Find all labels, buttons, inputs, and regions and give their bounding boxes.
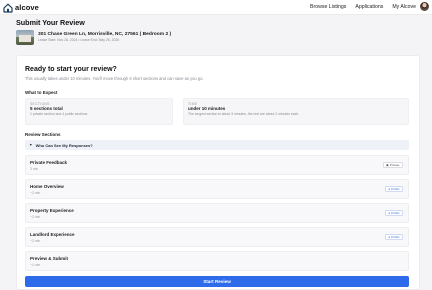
logo[interactable]: alcove (3, 2, 39, 13)
chevron-down-icon: ▼ (29, 143, 33, 147)
section-time: ~1 min (30, 263, 41, 267)
review-card: Ready to start your review? This usually… (16, 55, 420, 290)
public-badge: ● Public (384, 186, 403, 192)
lock-icon: ▣ (386, 162, 389, 167)
who-can-see-toggle[interactable]: ▼ Who Can See My Responses? (25, 140, 409, 150)
public-badge: ● Public (384, 234, 403, 240)
section-row-preview-submit: Preview & Submit ~1 min (25, 251, 409, 271)
section-row-private-feedback: Private Feedback 3 min ▣ Private (25, 155, 409, 175)
card-title: Ready to start your review? (25, 66, 117, 73)
review-sections-label: Review Sections (25, 132, 61, 137)
badge-label: Public (391, 210, 400, 215)
page-title: Submit Your Review (16, 18, 85, 27)
section-time: ~2 min (30, 191, 41, 195)
who-can-see-label: Who Can See My Responses? (35, 142, 93, 148)
what-to-expect-label: What to Expect (25, 90, 58, 95)
property-summary: 301 Chase Green Ln, Morrisville, NC, 275… (16, 30, 171, 45)
section-title: Home Overview (30, 184, 64, 189)
badge-label: Public (391, 234, 400, 239)
private-badge: ▣ Private (382, 162, 403, 168)
section-row-landlord-experience: Landlord Experience ~2 min ● Public (25, 227, 409, 247)
start-review-button[interactable]: Start Review (25, 276, 409, 287)
sections-note: 1 private section and 4 public sections (30, 112, 88, 116)
globe-icon: ● (388, 186, 391, 191)
nav-browse-listings[interactable]: Browse Listings (310, 3, 346, 11)
section-row-home-overview: Home Overview ~2 min ● Public (25, 179, 409, 199)
section-title: Landlord Experience (30, 232, 75, 237)
badge-label: Private (389, 162, 400, 167)
section-time: ~2 min (30, 239, 41, 243)
card-subtitle: This usually takes under 10 minutes. You… (25, 76, 204, 81)
public-badge: ● Public (384, 210, 403, 216)
house-icon (3, 3, 13, 13)
section-time: ~2 min (30, 215, 41, 219)
logo-text: alcove (15, 3, 39, 12)
property-thumbnail (16, 30, 34, 45)
globe-icon: ● (388, 234, 391, 239)
nav-my-alcove[interactable]: My Alcove (392, 3, 416, 11)
globe-icon: ● (388, 210, 391, 215)
section-title: Property Experience (30, 208, 74, 213)
section-time: 3 min (30, 167, 39, 171)
lease-dates: Lease Start: Nov 26, 2024 • Lease End: M… (38, 38, 120, 42)
time-info-box: TIME under 10 minutes The longest sectio… (183, 98, 409, 125)
time-note: The longest section is about 3 minutes, … (188, 112, 300, 116)
nav-applications[interactable]: Applications (355, 3, 383, 11)
avatar[interactable] (420, 2, 429, 11)
top-nav: alcove Browse Listings Applications My A… (0, 0, 432, 15)
section-row-property-experience: Property Experience ~2 min ● Public (25, 203, 409, 223)
section-title: Preview & Submit (30, 256, 69, 261)
badge-label: Public (391, 186, 400, 191)
section-title: Private Feedback (30, 160, 68, 165)
sections-info-box: SECTIONS 5 sections total 1 private sect… (25, 98, 173, 125)
